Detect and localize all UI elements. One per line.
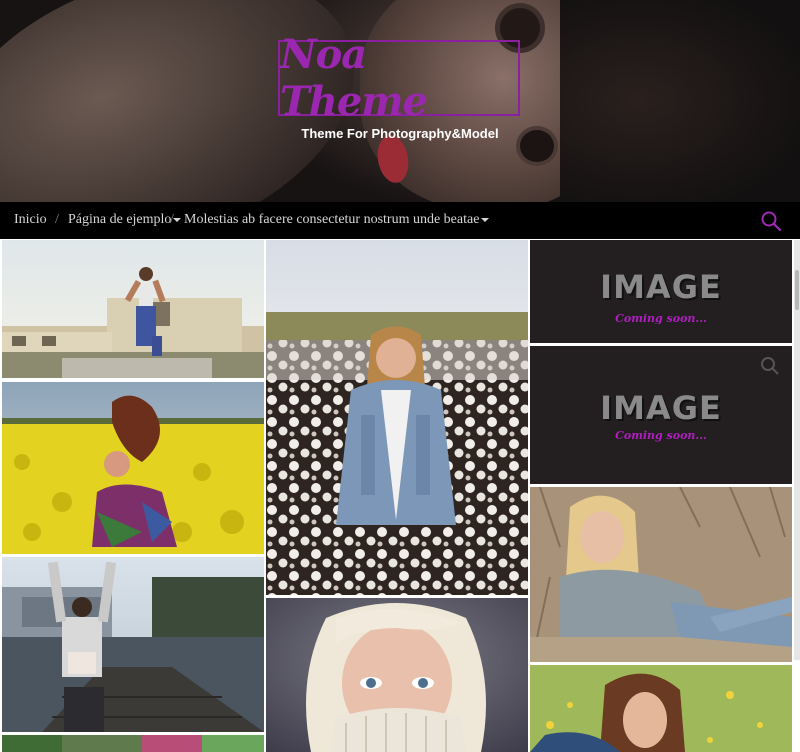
site-title: Noa Theme	[280, 31, 428, 125]
nav-separator: /	[55, 212, 59, 227]
gallery-item-woman-yellow-field[interactable]	[2, 382, 264, 554]
site-logo-link[interactable]: Noa Theme	[278, 31, 520, 125]
chevron-down-icon	[481, 217, 490, 222]
gallery-item-placeholder[interactable]: IMAGE Coming soon...	[530, 346, 792, 484]
main-nav: Inicio / Página de ejemplo / Molestias a…	[0, 202, 800, 239]
search-icon	[761, 211, 782, 232]
gallery-item-woman-dock[interactable]	[2, 557, 264, 732]
photo-woman-grass	[530, 487, 792, 662]
gallery-item-graffiti[interactable]	[2, 735, 264, 752]
placeholder-title: IMAGE	[600, 267, 722, 306]
photo-woman-yellow-field	[2, 382, 264, 554]
chevron-down-icon	[173, 217, 182, 222]
gallery-item-placeholder[interactable]: IMAGE Coming soon...	[530, 240, 792, 343]
photo-blonde-sweater	[266, 598, 528, 752]
search-icon	[760, 356, 780, 380]
placeholder-subtitle: Coming soon...	[615, 313, 707, 324]
nav-separator: /	[170, 212, 174, 227]
header-photo-hair	[560, 0, 800, 202]
gallery-item-woman-cotton-field[interactable]	[266, 240, 528, 595]
nav-item-pagina-de-ejemplo[interactable]: Página de ejemplo	[68, 212, 182, 228]
photo-woman-flowers	[530, 665, 792, 752]
search-button[interactable]	[760, 210, 782, 232]
nav-item-label: Molestias ab facere consectetur nostrum …	[184, 212, 480, 227]
nav-item-label: Página de ejemplo	[68, 212, 172, 227]
site-header: Noa Theme Theme For Photography&Model	[0, 0, 800, 202]
page-scrollbar-thumb[interactable]	[795, 270, 799, 310]
photo-woman-dock	[2, 557, 264, 732]
gallery-item-blonde-sweater[interactable]	[266, 598, 528, 752]
nav-item-molestias[interactable]: Molestias ab facere consectetur nostrum …	[184, 212, 490, 228]
gallery-item-woman-grass[interactable]	[530, 487, 792, 662]
nav-item-inicio[interactable]: Inicio	[14, 212, 47, 228]
gallery-item-woman-flowers[interactable]	[530, 665, 792, 752]
photo-woman-ruins	[2, 240, 264, 378]
site-tagline: Theme For Photography&Model	[301, 126, 499, 141]
gallery-item-woman-ruins[interactable]	[2, 240, 264, 378]
photo-graffiti	[2, 735, 264, 752]
photo-woman-cotton-field	[266, 240, 528, 595]
placeholder-subtitle: Coming soon...	[615, 428, 707, 442]
placeholder-title: IMAGE	[600, 388, 722, 427]
